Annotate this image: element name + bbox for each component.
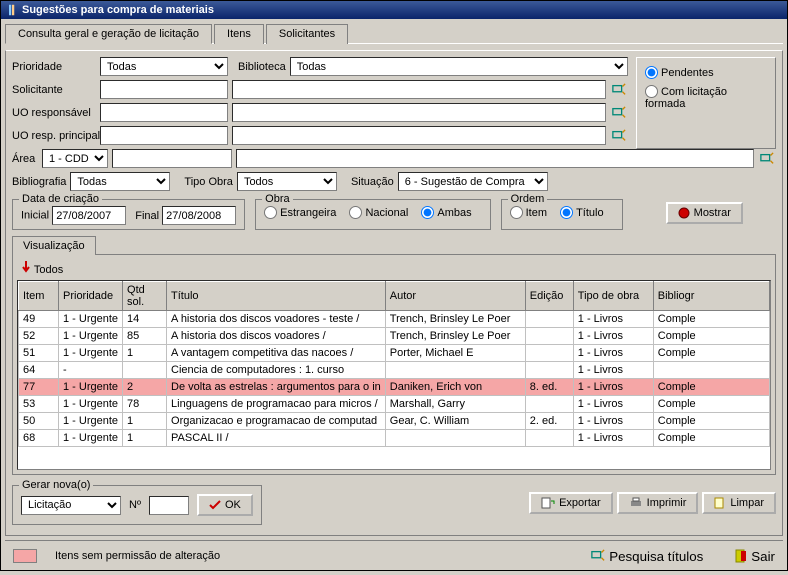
results-table-wrap[interactable]: Item Prioridade Qtd sol. Título Autor Ed… — [17, 280, 771, 470]
window-title: Sugestões para compra de materiais — [22, 4, 214, 16]
prioridade-label: Prioridade — [12, 61, 96, 73]
record-icon — [678, 207, 690, 219]
obra-estrangeira-radio[interactable] — [264, 206, 277, 219]
situacao-select[interactable]: 6 - Sugestão de Compra — [398, 172, 548, 191]
table-row[interactable]: 511 - Urgente1A vantagem competitiva das… — [19, 345, 770, 362]
situacao-label: Situação — [351, 176, 394, 188]
main-tabs: Consulta geral e geração de licitação It… — [5, 23, 783, 44]
lookup-uo-resp-button[interactable] — [610, 104, 628, 122]
area-code-input[interactable] — [112, 149, 232, 168]
check-icon — [209, 500, 221, 510]
bibliografia-label: Bibliografia — [12, 176, 66, 188]
table-row[interactable]: 491 - Urgente14A historia dos discos voa… — [19, 311, 770, 328]
mostrar-button[interactable]: Mostrar — [666, 202, 743, 224]
ordem-fieldset: Ordem Item Título — [501, 199, 623, 230]
limpar-button[interactable]: Limpar — [702, 492, 776, 514]
table-row[interactable]: 771 - Urgente2De volta as estrelas : arg… — [19, 379, 770, 396]
col-titulo[interactable]: Título — [167, 282, 386, 311]
uo-resp-name-input[interactable] — [232, 103, 606, 122]
lookup-uo-resp-princ-button[interactable] — [610, 127, 628, 145]
imprimir-button[interactable]: Imprimir — [617, 492, 699, 514]
legend-swatch — [13, 549, 37, 563]
uo-resp-princ-code-input[interactable] — [100, 126, 228, 145]
gerar-select[interactable]: Licitação — [21, 496, 121, 515]
footer: Itens sem permissão de alteração Pesquis… — [5, 540, 783, 571]
pendentes-radio[interactable] — [645, 66, 658, 79]
n-input[interactable] — [149, 496, 189, 515]
tab-solicitantes[interactable]: Solicitantes — [266, 24, 348, 44]
uo-resp-princ-name-input[interactable] — [232, 126, 606, 145]
uo-resp-label: UO responsável — [12, 107, 96, 119]
table-row[interactable]: 521 - Urgente85A historia dos discos voa… — [19, 328, 770, 345]
results-table: Item Prioridade Qtd sol. Título Autor Ed… — [18, 281, 770, 447]
ordem-titulo-radio[interactable] — [560, 206, 573, 219]
main-window: Sugestões para compra de materiais Consu… — [0, 0, 788, 571]
col-edicao[interactable]: Edição — [525, 282, 573, 311]
legend-text: Itens sem permissão de alteração — [55, 550, 220, 562]
exportar-button[interactable]: Exportar — [529, 492, 613, 514]
biblioteca-label: Biblioteca — [238, 61, 286, 73]
col-bibliog[interactable]: Bibliogr — [653, 282, 769, 311]
lookup-area-button[interactable] — [758, 150, 776, 168]
titlebar: Sugestões para compra de materiais — [1, 1, 787, 19]
solicitante-label: Solicitante — [12, 84, 96, 96]
prioridade-select[interactable]: Todas — [100, 57, 228, 76]
data-inicial-input[interactable] — [52, 206, 126, 225]
gerar-fieldset: Gerar nova(o) Licitação Nº OK — [12, 485, 262, 525]
sair-button[interactable]: Sair — [735, 547, 775, 565]
col-autor[interactable]: Autor — [385, 282, 525, 311]
area-desc-input[interactable] — [236, 149, 754, 168]
tab-consulta[interactable]: Consulta geral e geração de licitação — [5, 24, 212, 44]
col-qtd[interactable]: Qtd sol. — [123, 282, 167, 311]
table-row[interactable]: 681 - Urgente1PASCAL II /1 - LivrosCompl… — [19, 430, 770, 447]
area-select[interactable]: 1 - CDD — [42, 149, 108, 168]
tipo-obra-select[interactable]: Todos — [237, 172, 337, 191]
bibliografia-select[interactable]: Todas — [70, 172, 170, 191]
todos-label: Todos — [34, 264, 63, 276]
pendentes-label: Pendentes — [661, 67, 714, 79]
visualizacao-tab[interactable]: Visualização — [12, 236, 96, 255]
printer-icon — [629, 497, 643, 509]
data-criacao-fieldset: Data de criação Inicial Final — [12, 199, 245, 230]
table-row[interactable]: 64-Ciencia de computadores : 1. curso1 -… — [19, 362, 770, 379]
export-icon — [541, 497, 555, 509]
arrow-down-icon — [21, 261, 31, 273]
ok-button[interactable]: OK — [197, 494, 253, 516]
app-icon — [6, 4, 18, 16]
com-licitacao-radio[interactable] — [645, 85, 658, 98]
solicitante-code-input[interactable] — [100, 80, 228, 99]
filter-panel: Prioridade Todas Biblioteca Todas Solici… — [5, 50, 783, 536]
lookup-solicitante-button[interactable] — [610, 81, 628, 99]
n-label: Nº — [129, 499, 141, 511]
col-prioridade[interactable]: Prioridade — [59, 282, 123, 311]
tipo-obra-label: Tipo Obra — [184, 176, 233, 188]
col-item[interactable]: Item — [19, 282, 59, 311]
table-row[interactable]: 531 - Urgente78Linguagens de programacao… — [19, 396, 770, 413]
obra-fieldset: Obra Estrangeira Nacional Ambas — [255, 199, 490, 230]
inicial-label: Inicial — [21, 210, 49, 222]
final-label: Final — [135, 210, 159, 222]
uo-resp-princ-label: UO resp. principal — [12, 130, 96, 142]
obra-nacional-radio[interactable] — [349, 206, 362, 219]
col-tipo-obra[interactable]: Tipo de obra — [573, 282, 653, 311]
obra-ambas-radio[interactable] — [421, 206, 434, 219]
biblioteca-select[interactable]: Todas — [290, 57, 628, 76]
data-final-input[interactable] — [162, 206, 236, 225]
new-icon — [714, 497, 726, 509]
solicitante-name-input[interactable] — [232, 80, 606, 99]
exit-icon — [735, 549, 747, 563]
table-row[interactable]: 501 - Urgente1Organizacao e programacao … — [19, 413, 770, 430]
pesquisa-titulos-button[interactable]: Pesquisa títulos — [591, 547, 703, 565]
uo-resp-code-input[interactable] — [100, 103, 228, 122]
ordem-item-radio[interactable] — [510, 206, 523, 219]
tab-itens[interactable]: Itens — [214, 24, 264, 44]
area-label: Área — [12, 153, 38, 165]
